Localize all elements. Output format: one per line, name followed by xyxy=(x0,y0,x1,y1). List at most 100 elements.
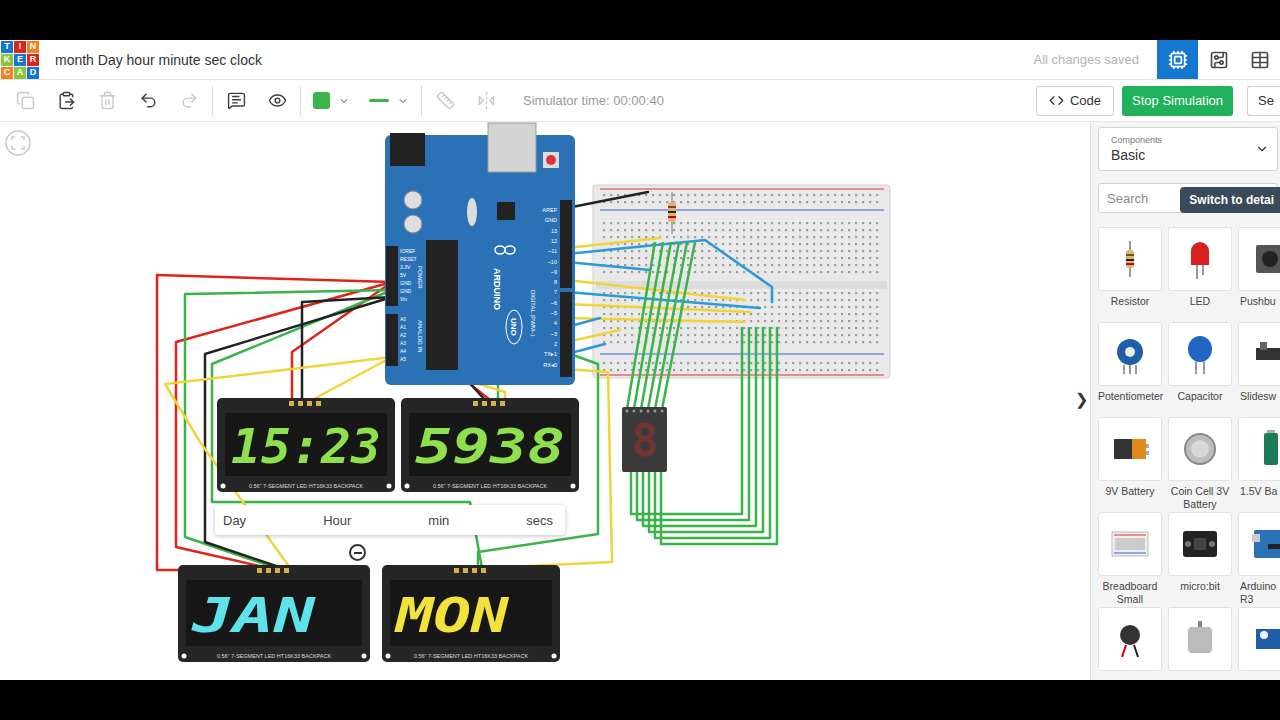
wire[interactable] xyxy=(634,242,749,520)
logo-letter: I xyxy=(14,41,26,53)
pin-label: Vin xyxy=(400,296,407,302)
collapse-panel-button[interactable]: ❯ xyxy=(1075,390,1088,409)
ruler-icon xyxy=(436,91,455,110)
wire[interactable] xyxy=(302,297,392,400)
delete-icon xyxy=(98,91,117,110)
undo-button[interactable] xyxy=(131,86,165,116)
notes-button[interactable] xyxy=(219,86,253,116)
power-header xyxy=(386,246,398,306)
wire[interactable] xyxy=(655,242,770,538)
power-label: POWER xyxy=(417,266,423,289)
component-tile[interactable]: LED xyxy=(1168,227,1232,322)
stop-simulation-button[interactable]: Stop Simulation xyxy=(1122,86,1233,116)
component-tile[interactable]: Breadboard Small xyxy=(1098,512,1162,607)
header-pin xyxy=(284,568,289,573)
led-display[interactable]: MON0.56" 7-SEGMENT LED HT16K33 BACKPACK xyxy=(382,565,560,662)
header-pin xyxy=(481,568,486,573)
paste-button[interactable] xyxy=(49,86,83,116)
component-preview xyxy=(1098,607,1162,671)
line-sample xyxy=(369,99,389,102)
category-dropdown[interactable]: ComponentsBasic xyxy=(1098,127,1278,171)
copy-button[interactable] xyxy=(8,86,42,116)
component-label: Resistor xyxy=(1098,295,1162,308)
component-tile[interactable] xyxy=(1168,607,1232,680)
component-preview xyxy=(1238,417,1280,481)
display-digits: 5938 xyxy=(415,419,565,474)
pin-label: 5V xyxy=(400,272,407,278)
display-label: 0.56" 7-SEGMENT LED HT16K33 BACKPACK xyxy=(249,483,364,489)
remove-note-icon[interactable] xyxy=(349,544,366,561)
header-pin xyxy=(289,401,294,406)
wire[interactable] xyxy=(661,242,777,544)
simulator-time: Simulator time: 00:00:40 xyxy=(523,93,664,108)
led-icon xyxy=(1178,237,1222,281)
circuit-canvas[interactable]: AREFGND1312~11~10~987~6~54~32TX▸1RX◂0IOR… xyxy=(0,122,1090,680)
servo-icon xyxy=(1248,617,1280,661)
circuit-view-button[interactable] xyxy=(1157,40,1198,79)
ruler-button[interactable] xyxy=(428,86,462,116)
component-tile[interactable]: 9V Battery xyxy=(1098,417,1162,512)
project-title[interactable]: month Day hour minute sec clock xyxy=(55,52,262,68)
component-tile[interactable]: Slidesw xyxy=(1238,322,1280,417)
schematic-icon xyxy=(1209,50,1229,70)
pin-label: ~5 xyxy=(551,310,557,316)
component-tile[interactable]: Resistor xyxy=(1098,227,1162,322)
component-preview xyxy=(1238,512,1280,576)
wire[interactable] xyxy=(312,357,392,400)
logo-letter: N xyxy=(27,41,39,53)
wire[interactable] xyxy=(165,357,392,568)
schematic-view-button[interactable] xyxy=(1198,40,1239,79)
wire[interactable] xyxy=(392,357,612,568)
wire[interactable] xyxy=(292,282,392,400)
mount-hole xyxy=(362,654,367,659)
display-label: 0.56" 7-SEGMENT LED HT16K33 BACKPACK xyxy=(217,653,332,659)
wire[interactable] xyxy=(567,262,650,270)
delete-button[interactable] xyxy=(90,86,124,116)
wire-type-dropdown[interactable] xyxy=(363,86,415,116)
logo-letter: E xyxy=(14,54,26,66)
toolbar: Simulator time: 00:00:40 Code Stop Simulat… xyxy=(0,80,1280,122)
visibility-button[interactable] xyxy=(260,86,294,116)
component-label: Arduino R3 xyxy=(1238,580,1280,606)
component-tile[interactable]: Pushbu xyxy=(1238,227,1280,322)
led-display[interactable]: JAN0.56" 7-SEGMENT LED HT16K33 BACKPACK xyxy=(178,565,370,662)
redo-button[interactable] xyxy=(172,86,206,116)
component-tile[interactable] xyxy=(1098,607,1162,680)
component-tile[interactable]: Arduino R3 xyxy=(1238,512,1280,607)
arduino-board[interactable]: AREFGND1312~11~10~987~6~54~32TX▸1RX◂0IOR… xyxy=(385,123,575,385)
tool-group xyxy=(300,86,421,116)
mirror-button[interactable] xyxy=(469,86,503,116)
resistor[interactable] xyxy=(668,192,676,234)
seven-segment-digit[interactable]: 8 xyxy=(622,407,667,472)
header-pin xyxy=(463,568,468,573)
component-tile[interactable]: 1.5V Ba xyxy=(1238,417,1280,512)
screen: TINKERCAD month Day hour minute sec clock… xyxy=(0,0,1280,720)
pin-label: 4 xyxy=(554,320,557,326)
component-tile[interactable]: micro:bit xyxy=(1168,512,1232,607)
pin-label: 7 xyxy=(554,289,557,295)
microcontroller-chip xyxy=(426,240,458,370)
reset-button[interactable] xyxy=(543,152,559,168)
pin-label: A0 xyxy=(400,316,406,322)
pin-label: RESET xyxy=(400,256,417,262)
component-label: LED xyxy=(1168,295,1232,308)
tinkercad-logo[interactable]: TINKERCAD xyxy=(1,41,39,79)
pin-label: GND xyxy=(545,217,557,223)
arduino-logo-icon xyxy=(495,246,515,254)
code-button[interactable]: Code xyxy=(1036,86,1114,116)
fit-view-icon[interactable] xyxy=(6,131,30,155)
component-tile[interactable]: Coin Cell 3V Battery xyxy=(1168,417,1232,512)
component-tile[interactable]: Potentiometer xyxy=(1098,322,1162,417)
send-to-button[interactable]: Se xyxy=(1247,86,1280,116)
pin-label: A3 xyxy=(400,340,406,346)
note[interactable]: DayHourminsecs xyxy=(215,505,565,535)
component-tile[interactable]: Capacitor xyxy=(1168,322,1232,417)
parts-view-button[interactable] xyxy=(1239,40,1280,79)
wire[interactable] xyxy=(641,242,756,526)
note-label: Hour xyxy=(323,513,351,528)
led-display[interactable]: 15:230.56" 7-SEGMENT LED HT16K33 BACKPAC… xyxy=(217,398,395,492)
led-display[interactable]: 59380.56" 7-SEGMENT LED HT16K33 BACKPACK xyxy=(401,398,579,492)
wire-color-dropdown[interactable] xyxy=(307,86,356,116)
component-tile[interactable] xyxy=(1238,607,1280,680)
wire[interactable] xyxy=(567,192,648,208)
